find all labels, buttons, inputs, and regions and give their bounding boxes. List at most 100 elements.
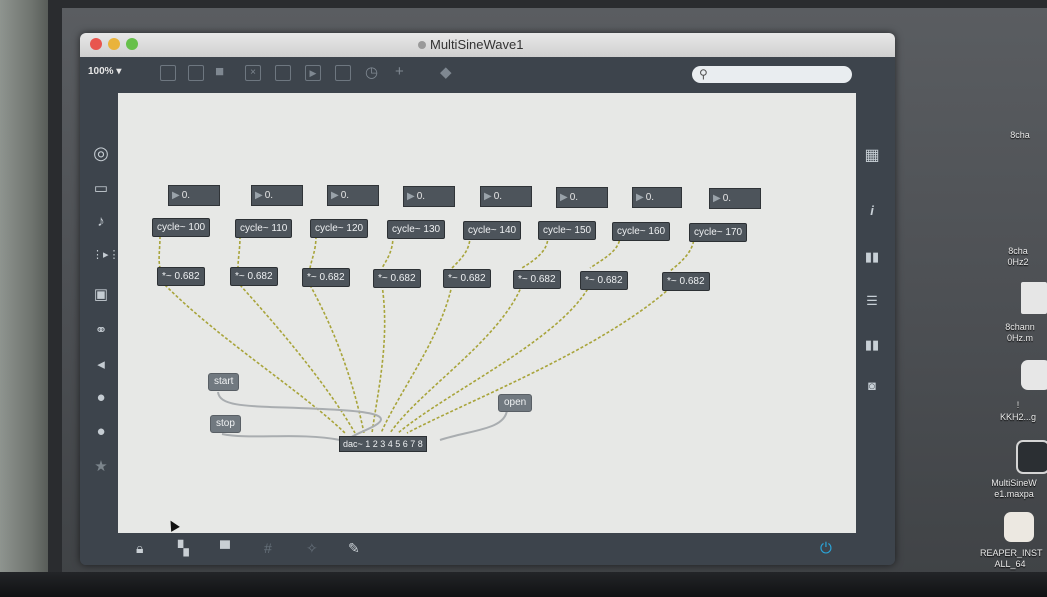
lock-icon[interactable]: 🔒︎ <box>136 540 143 557</box>
star-icon[interactable]: ★ <box>92 457 110 475</box>
circle-icon-1[interactable]: ● <box>92 389 110 406</box>
number-box[interactable]: ▶ 0. <box>709 188 761 209</box>
open-message[interactable]: open <box>498 394 533 412</box>
image-icon[interactable]: ▣ <box>92 285 110 303</box>
search-input[interactable]: ⚲ <box>692 66 852 83</box>
music-note-icon[interactable]: ♪ <box>92 213 110 230</box>
number-box-value: 0. <box>645 192 655 203</box>
zoom-menu[interactable]: 100% ▾ <box>88 66 121 77</box>
zoom-value: 100% <box>88 66 114 77</box>
toolbar: 100% ▾ ■ × ▶ ◷ + ◆ ⚲ <box>80 57 895 93</box>
plug-icon[interactable]: ◂ <box>92 355 110 373</box>
cycle-object[interactable]: cycle~ 120 <box>310 219 369 238</box>
info-icon[interactable]: i <box>863 203 881 218</box>
number-box-value: 0. <box>264 190 274 201</box>
desktop-file-icon[interactable] <box>1021 282 1047 314</box>
number-box-value: 0. <box>340 190 350 201</box>
add-icon[interactable]: + <box>395 63 404 80</box>
number-box[interactable]: ▶ 0. <box>327 185 379 206</box>
desktop-item-label: ALL_64 <box>994 559 1026 569</box>
start-message[interactable]: start <box>208 373 240 391</box>
search-icon: ⚲ <box>699 67 708 81</box>
number-box[interactable]: ▶ 0. <box>480 186 532 207</box>
projector-icon[interactable]: ▀ <box>220 540 230 556</box>
monitor-bottom-edge <box>0 572 1047 597</box>
title-bar[interactable]: MultiSineWave1 <box>80 33 895 57</box>
stop-message[interactable]: stop <box>210 415 241 433</box>
reaper-installer-icon[interactable] <box>1004 512 1034 542</box>
desktop-item-label: 0Hz2 <box>1007 257 1029 267</box>
cycle-object[interactable]: cycle~ 140 <box>463 221 522 240</box>
minimize-button[interactable] <box>108 38 120 50</box>
display-icon[interactable]: ▭ <box>92 179 110 197</box>
number-box-value: 0. <box>493 191 503 202</box>
right-sidebar: ▦ i ▮▮ ☰ ▮▮ ◙ <box>855 93 895 533</box>
desktop-item-label: REAPER_INST <box>980 548 1043 558</box>
number-box[interactable]: ▶ 0. <box>403 186 455 207</box>
bottom-bar: 🔒︎ ▚ ▀ # ✧ ✎ ⏻ <box>80 533 895 565</box>
number-box-value: 0. <box>416 191 426 202</box>
number-box-value: 0. <box>181 190 191 201</box>
new-message-icon[interactable] <box>188 65 204 81</box>
camera-icon[interactable]: ◙ <box>863 378 881 393</box>
number-box[interactable]: ▶ 0. <box>556 187 608 208</box>
gain-object[interactable]: *~ 0.682 <box>157 267 205 286</box>
desktop-item-label: KKH2...g <box>999 412 1037 422</box>
window-title: MultiSineWave1 <box>430 37 524 52</box>
desktop-item-label: ! <box>1016 400 1020 410</box>
chevron-down-icon: ▾ <box>116 66 122 77</box>
desktop-item-label: e1.maxpa <box>994 489 1034 499</box>
close-button[interactable] <box>90 38 102 50</box>
comment-icon[interactable]: ■ <box>215 63 224 80</box>
list-icon[interactable]: ☰ <box>863 293 881 309</box>
gain-object[interactable]: *~ 0.682 <box>580 271 628 290</box>
gain-object[interactable]: *~ 0.682 <box>373 269 421 288</box>
book-icon[interactable]: ▮▮ <box>863 249 881 265</box>
slider-icon[interactable] <box>335 65 351 81</box>
number-box[interactable]: ▶ 0. <box>251 185 303 206</box>
desktop-item-label: 0Hz.m <box>1006 333 1033 343</box>
gain-object[interactable]: *~ 0.682 <box>302 268 350 287</box>
dial-icon[interactable]: ◷ <box>365 63 378 81</box>
paint-bucket-icon[interactable]: ◆ <box>440 63 452 81</box>
cycle-object[interactable]: cycle~ 100 <box>152 218 211 237</box>
new-object-icon[interactable] <box>160 65 176 81</box>
cursor-icon[interactable]: ✧ <box>306 540 318 557</box>
grid-icon[interactable]: ▦ <box>863 145 881 165</box>
link-icon[interactable]: ⚭ <box>92 321 110 339</box>
desktop-item-label: 8cha <box>1010 130 1030 140</box>
number-box[interactable]: ▶ 0. <box>632 187 682 208</box>
document-status-icon <box>418 41 426 49</box>
cycle-object[interactable]: cycle~ 130 <box>387 220 446 239</box>
gain-object[interactable]: *~ 0.682 <box>662 272 710 291</box>
wrench-icon[interactable]: ✎ <box>348 540 360 557</box>
sequence-icon[interactable]: ⋮▸⋮ <box>92 248 120 261</box>
cycle-object[interactable]: cycle~ 110 <box>235 219 293 238</box>
desktop-item-label: MultiSineW <box>991 478 1037 488</box>
desktop-item-label: 8chann <box>1005 322 1035 332</box>
power-icon[interactable]: ⏻ <box>820 540 832 557</box>
grid-toggle-icon[interactable]: # <box>264 540 272 556</box>
number-icon[interactable]: ▶ <box>305 65 321 81</box>
reaper-file-icon[interactable] <box>1021 360 1047 390</box>
dac-object[interactable]: dac~ 1 2 3 4 5 6 7 8 <box>339 436 427 452</box>
cycle-object[interactable]: cycle~ 150 <box>538 221 597 240</box>
cycle-object[interactable]: cycle~ 170 <box>689 223 748 242</box>
button-icon[interactable]: × <box>245 65 261 81</box>
tiles-icon[interactable]: ▮▮ <box>863 337 881 353</box>
gain-object[interactable]: *~ 0.682 <box>513 270 561 289</box>
target-icon[interactable]: ◎ <box>92 143 110 164</box>
max-patch-file-icon[interactable] <box>1016 440 1047 474</box>
number-box-value: 0. <box>569 192 579 203</box>
left-sidebar: ◎ ▭ ♪ ⋮▸⋮ ▣ ⚭ ◂ ● ● ★ <box>80 93 120 533</box>
gain-object[interactable]: *~ 0.682 <box>443 269 491 288</box>
zoom-button[interactable] <box>126 38 138 50</box>
toggle-icon[interactable] <box>275 65 291 81</box>
presentation-icon[interactable]: ▚ <box>178 540 189 557</box>
patcher-canvas[interactable] <box>118 93 856 533</box>
gain-object[interactable]: *~ 0.682 <box>230 267 278 286</box>
circle-icon-2[interactable]: ● <box>92 423 110 440</box>
cycle-object[interactable]: cycle~ 160 <box>612 222 671 241</box>
number-box[interactable]: ▶ 0. <box>168 185 220 206</box>
desktop-item-label: 8cha <box>1008 246 1028 256</box>
